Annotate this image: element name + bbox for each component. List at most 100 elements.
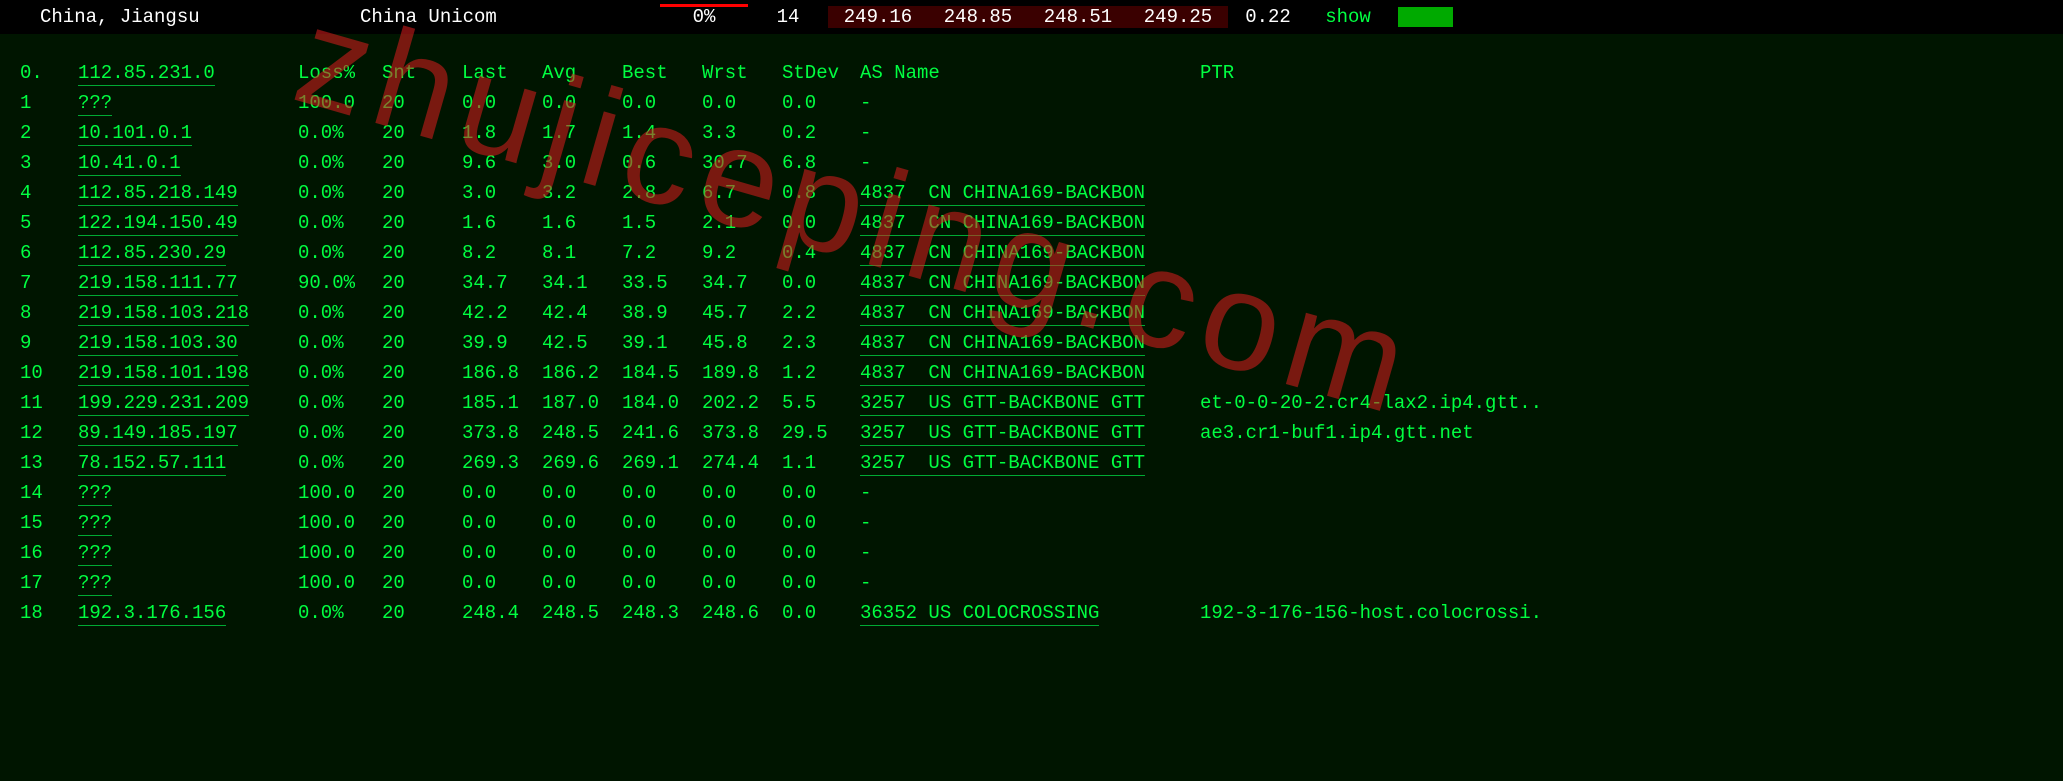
stdev-cell: 0.0	[782, 538, 860, 568]
ptr-cell	[1200, 478, 1700, 508]
terminal-container: China, Jiangsu China Unicom 0% 14 249.16…	[0, 0, 2063, 781]
snt-cell: 20	[382, 568, 462, 598]
ip-cell[interactable]: 122.194.150.49	[78, 208, 298, 238]
avg-cell: 3.0	[542, 148, 622, 178]
ptr-cell: et-0-0-20-2.cr4-lax2.ip4.gtt..	[1200, 388, 1700, 418]
loss-cell: 0.0%	[298, 598, 382, 628]
last-cell: 39.9	[462, 328, 542, 358]
ptr-cell	[1200, 448, 1700, 478]
loss-pct-label: 0%	[660, 6, 748, 28]
ip-cell[interactable]: 10.101.0.1	[78, 118, 298, 148]
table-row: 15???100.0200.00.00.00.00.0-	[20, 508, 2043, 538]
stdev-cell: 0.0	[782, 268, 860, 298]
as-cell[interactable]: -	[860, 148, 1200, 178]
table-row: 210.101.0.10.0%201.81.71.43.30.2-	[20, 118, 2043, 148]
ip-cell[interactable]: ???	[78, 478, 298, 508]
ptr-cell	[1200, 358, 1700, 388]
avg-cell: 1.7	[542, 118, 622, 148]
table-row: 14???100.0200.00.00.00.00.0-	[20, 478, 2043, 508]
as-cell[interactable]: 3257 US GTT-BACKBONE GTT	[860, 418, 1200, 448]
avg-cell: 42.5	[542, 328, 622, 358]
ip-cell[interactable]: ???	[78, 538, 298, 568]
as-cell[interactable]: -	[860, 568, 1200, 598]
as-cell[interactable]: 4837 CN CHINA169-BACKBON	[860, 178, 1200, 208]
hop-cell: 12	[20, 418, 78, 448]
ip-cell[interactable]: 10.41.0.1	[78, 148, 298, 178]
ptr-cell	[1200, 88, 1700, 118]
wrst-cell: 2.1	[702, 208, 782, 238]
avg-cell: 187.0	[542, 388, 622, 418]
col-ip-header: 112.85.231.0	[78, 58, 298, 88]
ptr-cell	[1200, 298, 1700, 328]
as-cell[interactable]: 3257 US GTT-BACKBONE GTT	[860, 448, 1200, 478]
hop-cell: 3	[20, 148, 78, 178]
wrst-cell: 202.2	[702, 388, 782, 418]
table-row: 310.41.0.10.0%209.63.00.630.76.8-	[20, 148, 2043, 178]
as-cell[interactable]: -	[860, 88, 1200, 118]
as-cell[interactable]: -	[860, 478, 1200, 508]
ip-cell[interactable]: 219.158.103.218	[78, 298, 298, 328]
table-row: 17???100.0200.00.00.00.00.0-	[20, 568, 2043, 598]
table-row: 1378.152.57.1110.0%20269.3269.6269.1274.…	[20, 448, 2043, 478]
table-row: 10219.158.101.1980.0%20186.8186.2184.518…	[20, 358, 2043, 388]
bar-icon	[1398, 7, 1453, 27]
ptr-cell: 192-3-176-156-host.colocrossi.	[1200, 598, 1700, 628]
loss-cell: 100.0	[298, 478, 382, 508]
table-row: 6112.85.230.290.0%208.28.17.29.20.44837 …	[20, 238, 2043, 268]
table-row: 11199.229.231.2090.0%20185.1187.0184.020…	[20, 388, 2043, 418]
show-button[interactable]: show	[1308, 6, 1388, 28]
last-cell: 0.0	[462, 568, 542, 598]
ping2-label: 248.85	[928, 6, 1028, 28]
as-cell[interactable]: 4837 CN CHINA169-BACKBON	[860, 238, 1200, 268]
avg-cell: 3.2	[542, 178, 622, 208]
ptr-cell	[1200, 238, 1700, 268]
ip-cell[interactable]: 89.149.185.197	[78, 418, 298, 448]
stdev-cell: 0.0	[782, 208, 860, 238]
ip-cell[interactable]: 78.152.57.111	[78, 448, 298, 478]
ip-cell[interactable]: ???	[78, 508, 298, 538]
ip-cell[interactable]: 199.229.231.209	[78, 388, 298, 418]
last-cell: 42.2	[462, 298, 542, 328]
as-cell[interactable]: 3257 US GTT-BACKBONE GTT	[860, 388, 1200, 418]
wrst-cell: 6.7	[702, 178, 782, 208]
as-cell[interactable]: 4837 CN CHINA169-BACKBON	[860, 298, 1200, 328]
table-row: 18192.3.176.1560.0%20248.4248.5248.3248.…	[20, 598, 2043, 628]
snt-cell: 20	[382, 478, 462, 508]
as-cell[interactable]: 4837 CN CHINA169-BACKBON	[860, 328, 1200, 358]
wrst-cell: 0.0	[702, 88, 782, 118]
as-cell[interactable]: 36352 US COLOCROSSING	[860, 598, 1200, 628]
last-cell: 0.0	[462, 538, 542, 568]
ip-cell[interactable]: 219.158.101.198	[78, 358, 298, 388]
as-cell[interactable]: 4837 CN CHINA169-BACKBON	[860, 208, 1200, 238]
as-cell[interactable]: -	[860, 118, 1200, 148]
best-cell: 0.0	[622, 538, 702, 568]
as-cell[interactable]: -	[860, 508, 1200, 538]
ip-cell[interactable]: 192.3.176.156	[78, 598, 298, 628]
ptr-cell	[1200, 148, 1700, 178]
stdev-cell: 2.2	[782, 298, 860, 328]
snt-cell: 20	[382, 448, 462, 478]
last-cell: 185.1	[462, 388, 542, 418]
as-cell[interactable]: 4837 CN CHINA169-BACKBON	[860, 358, 1200, 388]
ip-cell[interactable]: 112.85.230.29	[78, 238, 298, 268]
hop-cell: 5	[20, 208, 78, 238]
last-cell: 9.6	[462, 148, 542, 178]
best-cell: 39.1	[622, 328, 702, 358]
loss-cell: 0.0%	[298, 148, 382, 178]
as-cell[interactable]: 4837 CN CHINA169-BACKBON	[860, 268, 1200, 298]
best-cell: 269.1	[622, 448, 702, 478]
hop-cell: 14	[20, 478, 78, 508]
ip-cell[interactable]: ???	[78, 88, 298, 118]
ip-cell[interactable]: 112.85.218.149	[78, 178, 298, 208]
loss-cell: 100.0	[298, 538, 382, 568]
wrst-cell: 373.8	[702, 418, 782, 448]
ip-cell[interactable]: 219.158.103.30	[78, 328, 298, 358]
loss-cell: 100.0	[298, 88, 382, 118]
ip-cell[interactable]: ???	[78, 568, 298, 598]
last-cell: 0.0	[462, 478, 542, 508]
col-last-header: Last	[462, 58, 542, 88]
as-cell[interactable]: -	[860, 538, 1200, 568]
ip-cell[interactable]: 219.158.111.77	[78, 268, 298, 298]
last-cell: 34.7	[462, 268, 542, 298]
hop-cell: 10	[20, 358, 78, 388]
